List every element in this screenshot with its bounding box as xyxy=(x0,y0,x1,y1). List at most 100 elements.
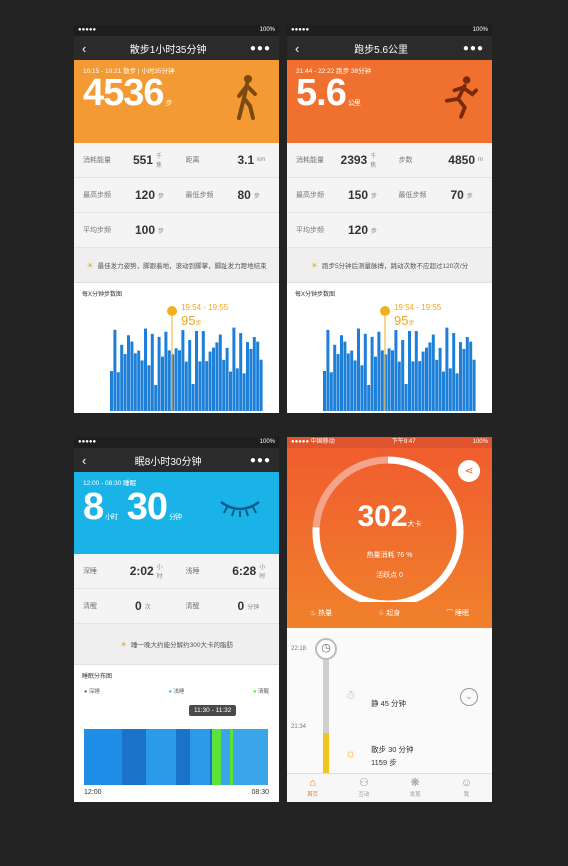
energy-percent: 热量消耗 76 % xyxy=(366,552,413,559)
mode-tabs: ♨ 热量 ♧ 起身 ⌒ 睡眠 xyxy=(287,608,492,618)
marker-time: 19:54 - 19:55 xyxy=(181,303,229,312)
step-bar xyxy=(357,328,360,411)
active-points: 活跃点 0 xyxy=(376,572,403,579)
step-bar xyxy=(161,356,164,411)
steps-value: 4536 步 xyxy=(83,72,173,114)
step-bar xyxy=(242,373,246,411)
tab-calories[interactable]: ♨ 热量 xyxy=(310,608,332,618)
step-bar xyxy=(329,372,333,411)
status-bar: ●●●●● 100% xyxy=(74,437,279,448)
calories-value: 302大卡 xyxy=(357,500,422,533)
step-bar xyxy=(191,383,195,411)
step-bar xyxy=(387,348,391,411)
timeline-time: 22:18 xyxy=(291,646,307,652)
marker-value: 95步 xyxy=(181,313,202,328)
step-bar xyxy=(397,361,401,411)
step-bar xyxy=(414,331,418,411)
step-bar xyxy=(120,344,124,411)
stat-row: 消耗能量 551 千焦 距离 3.1 km xyxy=(74,143,279,178)
walk-screen: ●●●●● 100% ‹ 散步1小时35分钟 ●●● 10:15 - 10:21… xyxy=(74,25,279,413)
tab-home[interactable]: ⌂ 首页 xyxy=(287,774,338,802)
compass-icon: ❋ xyxy=(410,777,420,789)
step-bar xyxy=(154,385,158,411)
step-bar xyxy=(374,356,377,411)
step-bar xyxy=(377,331,381,411)
timeline-sub: 1159 步 xyxy=(371,758,397,767)
step-bar xyxy=(195,330,198,411)
person-icon: ☃ xyxy=(345,688,356,702)
step-bar xyxy=(198,361,202,411)
back-icon[interactable]: ‹ xyxy=(82,41,86,56)
back-icon[interactable]: ‹ xyxy=(82,453,86,468)
run-step-chart: 每X分钟步数图 19:54 - 19:55 95步 xyxy=(287,283,492,413)
step-bar xyxy=(421,351,425,411)
bulb-icon: ☀ xyxy=(119,639,128,649)
run-stats: 消耗能量 2393 千焦 步数 4850 m 最高步频 150 步 最低步频 70 步 平均步频… xyxy=(287,143,492,248)
step-bar xyxy=(249,348,253,411)
step-bar xyxy=(140,360,144,411)
tab-interact[interactable]: ⚇ 互动 xyxy=(338,774,389,802)
bottom-tab-bar: ⌂ 首页 ⚇ 互动 ❋ 发现 ☺ 我 xyxy=(287,773,492,802)
step-bar xyxy=(225,347,229,411)
step-bar xyxy=(425,347,428,411)
step-bar xyxy=(137,350,141,411)
tab-getup[interactable]: ♧ 起身 xyxy=(378,608,400,618)
share-icon[interactable]: ⋖ xyxy=(458,460,480,482)
more-icon[interactable]: ●●● xyxy=(463,43,484,54)
step-bar xyxy=(323,371,326,411)
timeline-entry: 静 45 分钟 xyxy=(371,699,407,708)
step-bar xyxy=(184,361,188,411)
run-hero: 21:44 - 22:22 跑步 38分钟 5.6 公里 xyxy=(287,60,492,143)
tab-discover[interactable]: ❋ 发现 xyxy=(390,774,441,802)
step-bar xyxy=(442,371,445,411)
timeline-active xyxy=(323,733,329,773)
back-icon[interactable]: ‹ xyxy=(295,41,299,56)
step-bar xyxy=(462,348,466,411)
step-bar xyxy=(164,331,168,411)
step-bar xyxy=(428,342,432,411)
sleep-bar xyxy=(84,729,268,785)
step-bar xyxy=(418,361,422,411)
stat-row: 平均步频 100 步 xyxy=(74,213,279,248)
page-title: 跑步5.6公里 xyxy=(354,44,409,56)
walk-step-chart: 每X分钟步数图 19:54 - 19:55 95步 xyxy=(74,283,279,413)
bar-chart xyxy=(323,306,476,411)
step-bar xyxy=(178,350,181,411)
timeline-time: 21:34 xyxy=(291,724,307,730)
step-bar xyxy=(208,351,212,411)
more-icon[interactable]: ●●● xyxy=(250,43,271,54)
step-bar xyxy=(469,341,473,411)
step-bar xyxy=(452,333,456,411)
status-bar: ●●●●● 中国移动 下午9:47 100% xyxy=(287,437,492,448)
step-bar xyxy=(350,350,354,411)
step-bar xyxy=(259,359,263,411)
step-bar xyxy=(201,331,205,411)
step-bar xyxy=(239,333,243,411)
step-bar xyxy=(252,337,256,411)
step-bar xyxy=(229,371,232,411)
sleep-stats: 深睡 2:02 小时 浅睡 6:28 小时 清醒 0 次 清醒 0 分钟 xyxy=(74,554,279,624)
step-bar xyxy=(367,385,371,411)
step-bar xyxy=(336,354,340,411)
step-bar xyxy=(370,336,374,411)
step-bar xyxy=(130,341,134,411)
chevron-down-icon[interactable]: ⌄ xyxy=(460,688,478,706)
sleep-distribution-chart: 睡眠分布图 ● 深睡 ● 浅睡 ● 清醒 11:30 - 11:32 12:00… xyxy=(74,665,279,802)
step-bar xyxy=(411,361,415,411)
step-bar xyxy=(256,341,260,411)
step-bar xyxy=(144,328,147,411)
step-bar xyxy=(343,341,347,411)
tab-sleep[interactable]: ⌒ 睡眠 xyxy=(446,608,469,618)
step-bar xyxy=(445,327,449,411)
step-bar xyxy=(232,327,236,411)
step-bar xyxy=(380,350,384,411)
step-bar xyxy=(459,342,462,411)
step-bar xyxy=(218,334,222,411)
walk-hero: 10:15 - 10:21 散步 | 小时35分钟 4536 步 xyxy=(74,60,279,143)
more-icon[interactable]: ●●● xyxy=(250,455,271,466)
timeline: ◷ 22:18 ☃ 静 45 分钟 ⌄ 21:34 ☼ 散步 30 分钟 115… xyxy=(287,628,492,776)
sleep-duration: 8 小时 30 分钟 xyxy=(83,486,182,528)
tab-me[interactable]: ☺ 我 xyxy=(441,774,492,802)
step-bar xyxy=(123,354,127,411)
stat-row: 最高步频 120 步 最低步频 80 步 xyxy=(74,178,279,213)
